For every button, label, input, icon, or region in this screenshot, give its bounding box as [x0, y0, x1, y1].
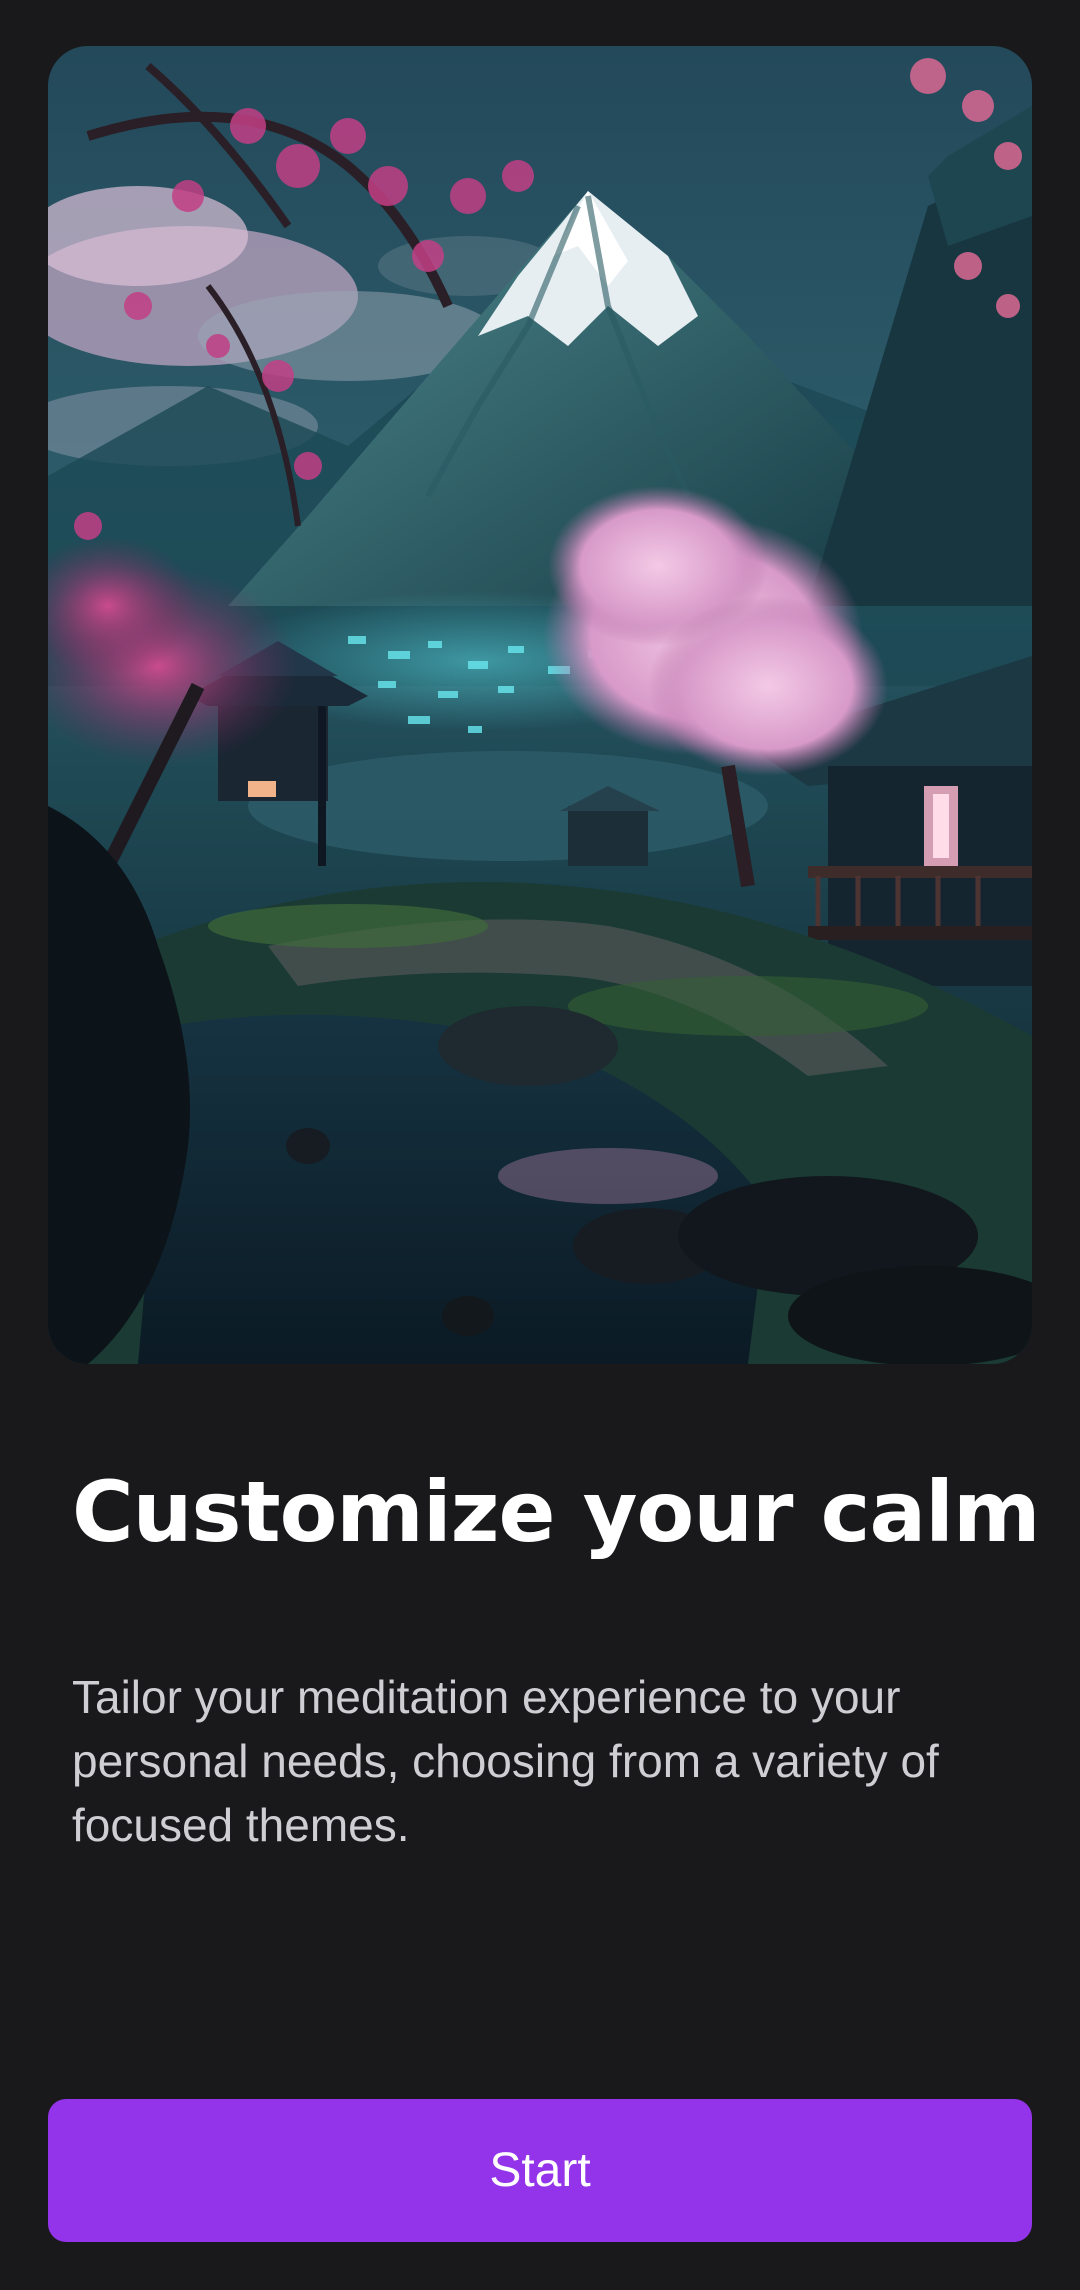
page-title: Customize your calm — [72, 1463, 1040, 1561]
start-button[interactable]: Start — [48, 2099, 1032, 2242]
mountain-village-illustration — [48, 46, 1032, 1364]
page-description: Tailor your meditation experience to you… — [72, 1671, 939, 1851]
hero-illustration — [48, 46, 1032, 1364]
